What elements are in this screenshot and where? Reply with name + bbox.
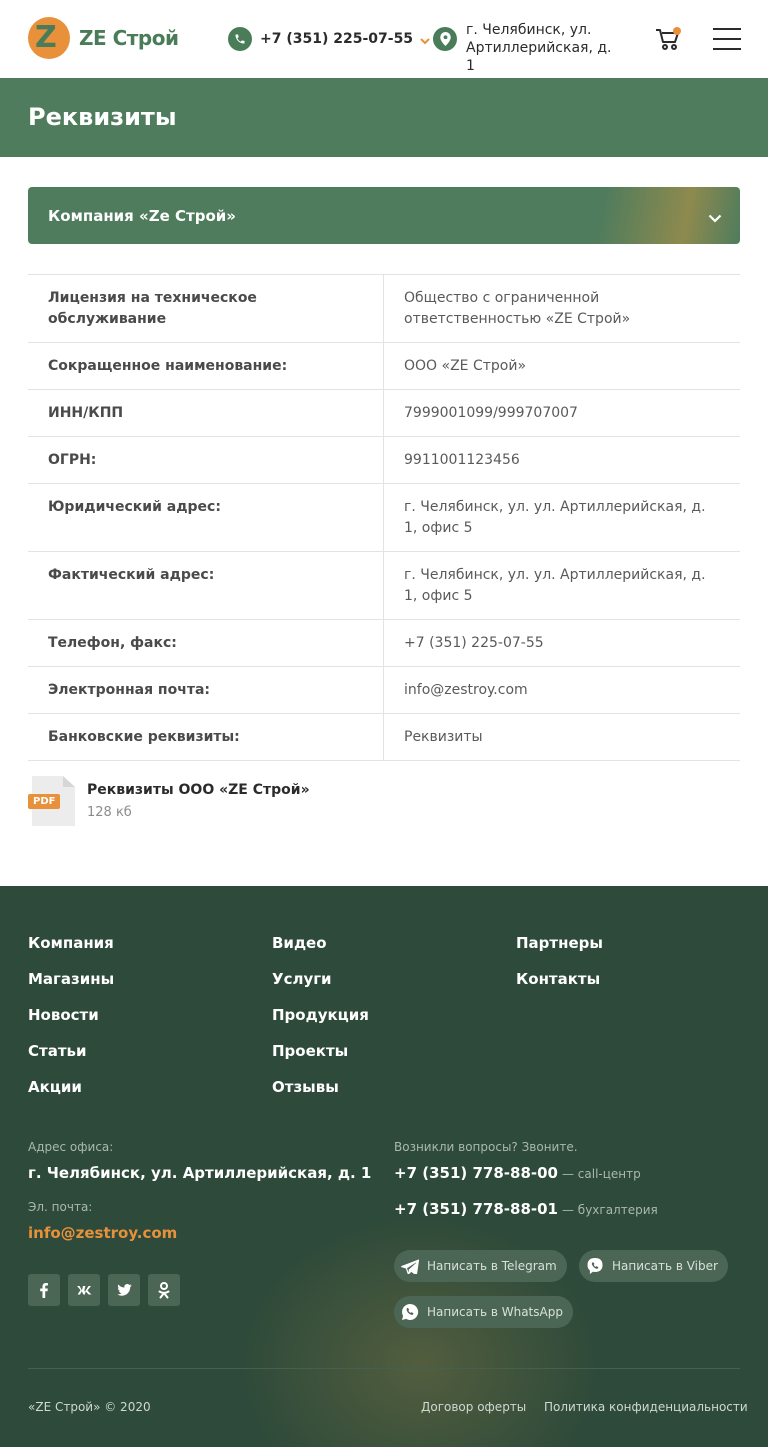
whatsapp-button[interactable]: Написать в WhatsApp: [394, 1296, 573, 1328]
footer-link-news[interactable]: Новости: [28, 1006, 114, 1042]
footer-divider: [28, 1368, 740, 1369]
file-name[interactable]: Реквизиты ООО «ZE Строй»: [87, 782, 310, 798]
whatsapp-icon: [400, 1302, 420, 1322]
footer-link-stores[interactable]: Магазины: [28, 970, 114, 1006]
footer-nav-col-3: Партнеры Контакты: [516, 934, 603, 1006]
row-value: г. Челябинск, ул. ул. Артиллерийская, д.…: [404, 499, 706, 536]
twitter-icon[interactable]: [108, 1274, 140, 1306]
table-row: ИНН/КПП 7999001099/999707007: [28, 390, 740, 437]
file-download[interactable]: PDF Реквизиты ООО «ZE Строй» 128 кб: [28, 776, 310, 826]
table-row: Лицензия на техническое обслуживание Общ…: [28, 275, 740, 343]
logo-text: ZE Строй: [79, 26, 179, 50]
row-value: ООО «ZE Строй»: [404, 358, 527, 374]
header-phone-number: +7 (351) 225-07-55: [260, 31, 414, 47]
row-key: Электронная почта:: [28, 667, 384, 713]
phone-note: — бухгалтерия: [561, 1203, 658, 1217]
row-value: г. Челябинск, ул. ул. Артиллерийская, д.…: [404, 567, 706, 604]
cart-badge-dot: [673, 27, 681, 35]
table-row: ОГРН: 9911001123456: [28, 437, 740, 484]
footer-link-products[interactable]: Продукция: [272, 1006, 369, 1042]
footer-link-reviews[interactable]: Отзывы: [272, 1078, 369, 1114]
table-row: Фактический адрес: г. Челябинск, ул. ул.…: [28, 552, 740, 620]
vk-icon[interactable]: [68, 1274, 100, 1306]
row-key: Телефон, факс:: [28, 620, 384, 666]
footer-link-contacts[interactable]: Контакты: [516, 970, 603, 1006]
site-footer: Компания Магазины Новости Статьи Акции В…: [0, 886, 768, 1447]
table-row: Сокращенное наименование: ООО «ZE Строй»: [28, 343, 740, 390]
row-value[interactable]: Реквизиты: [384, 714, 740, 760]
phone-number: +7 (351) 778-88-00: [394, 1164, 558, 1182]
questions-label: Возникли вопросы? Звоните.: [394, 1140, 578, 1154]
viber-button[interactable]: Написать в Viber: [579, 1250, 728, 1282]
table-row: Банковские реквизиты: Реквизиты: [28, 714, 740, 761]
site-header: Z ZE Строй +7 (351) 225-07-55 г. Челябин…: [0, 0, 768, 78]
email-label: Эл. почта:: [28, 1200, 93, 1214]
privacy-link[interactable]: Политика конфиденциальности: [544, 1400, 748, 1414]
logo[interactable]: Z ZE Строй: [28, 17, 179, 59]
table-row: Телефон, факс: +7 (351) 225-07-55: [28, 620, 740, 667]
odnoklassniki-icon[interactable]: [148, 1274, 180, 1306]
header-address: г. Челябинск, ул. Артиллерийская, д. 1: [433, 21, 616, 75]
copyright: «ZE Строй» © 2020: [28, 1400, 151, 1414]
accordion-label: Компания «Ze Строй»: [48, 207, 236, 225]
chevron-down-icon: [708, 208, 722, 227]
facebook-icon[interactable]: [28, 1274, 60, 1306]
telegram-label: Написать в Telegram: [427, 1259, 557, 1273]
header-phone[interactable]: +7 (351) 225-07-55: [228, 27, 430, 51]
footer-phone-callcenter[interactable]: +7 (351) 778-88-00— call-центр: [394, 1164, 641, 1182]
file-size: 128 кб: [87, 805, 132, 820]
whatsapp-label: Написать в WhatsApp: [427, 1305, 563, 1319]
map-pin-icon: [433, 27, 457, 51]
footer-nav-col-1: Компания Магазины Новости Статьи Акции: [28, 934, 114, 1114]
logo-mark: Z: [28, 17, 70, 59]
logo-letter: Z: [35, 20, 57, 55]
footer-link-partners[interactable]: Партнеры: [516, 934, 603, 970]
phone-icon: [228, 27, 252, 51]
chevron-down-icon[interactable]: [420, 30, 430, 49]
footer-email-link[interactable]: info@zestroy.com: [28, 1224, 177, 1242]
row-key: Юридический адрес:: [28, 484, 384, 551]
row-key: ИНН/КПП: [28, 390, 384, 436]
footer-link-company[interactable]: Компания: [28, 934, 114, 970]
viber-icon: [585, 1256, 605, 1276]
office-label: Адрес офиса:: [28, 1140, 114, 1154]
phone-note: — call-центр: [561, 1167, 641, 1181]
telegram-button[interactable]: Написать в Telegram: [394, 1250, 567, 1282]
offer-link[interactable]: Договор оферты: [421, 1400, 526, 1414]
table-row: Юридический адрес: г. Челябинск, ул. ул.…: [28, 484, 740, 552]
requisites-table: Лицензия на техническое обслуживание Общ…: [28, 274, 740, 761]
row-value[interactable]: +7 (351) 225-07-55: [384, 620, 740, 666]
row-key: ОГРН:: [28, 437, 384, 483]
company-accordion[interactable]: Компания «Ze Строй»: [28, 187, 740, 244]
footer-phone-accounting[interactable]: +7 (351) 778-88-01— бухгалтерия: [394, 1200, 658, 1218]
footer-link-services[interactable]: Услуги: [272, 970, 369, 1006]
footer-link-video[interactable]: Видео: [272, 934, 369, 970]
row-value: 7999001099/999707007: [404, 405, 578, 421]
row-value[interactable]: info@zestroy.com: [384, 667, 740, 713]
row-value: 9911001123456: [404, 452, 520, 468]
header-address-text: г. Челябинск, ул. Артиллерийская, д. 1: [466, 22, 612, 74]
office-address: г. Челябинск, ул. Артиллерийская, д. 1: [28, 1164, 372, 1182]
footer-nav-col-2: Видео Услуги Продукция Проекты Отзывы: [272, 934, 369, 1114]
phone-number: +7 (351) 778-88-01: [394, 1200, 558, 1218]
menu-icon[interactable]: [713, 28, 741, 50]
file-badge: PDF: [28, 794, 61, 809]
row-key: Банковские реквизиты:: [28, 714, 384, 760]
row-key: Лицензия на техническое обслуживание: [28, 275, 384, 342]
footer-link-articles[interactable]: Статьи: [28, 1042, 114, 1078]
footer-link-projects[interactable]: Проекты: [272, 1042, 369, 1078]
page-title: Реквизиты: [28, 103, 177, 131]
page-title-bar: Реквизиты: [0, 78, 768, 157]
footer-link-promos[interactable]: Акции: [28, 1078, 114, 1114]
cart-button[interactable]: [655, 27, 681, 51]
row-key: Фактический адрес:: [28, 552, 384, 619]
pdf-file-icon: PDF: [28, 776, 76, 826]
telegram-icon: [400, 1256, 420, 1276]
viber-label: Написать в Viber: [612, 1259, 718, 1273]
row-key: Сокращенное наименование:: [28, 343, 384, 389]
table-row: Электронная почта: info@zestroy.com: [28, 667, 740, 714]
row-value: Общество с ограниченной ответственностью…: [404, 290, 631, 327]
